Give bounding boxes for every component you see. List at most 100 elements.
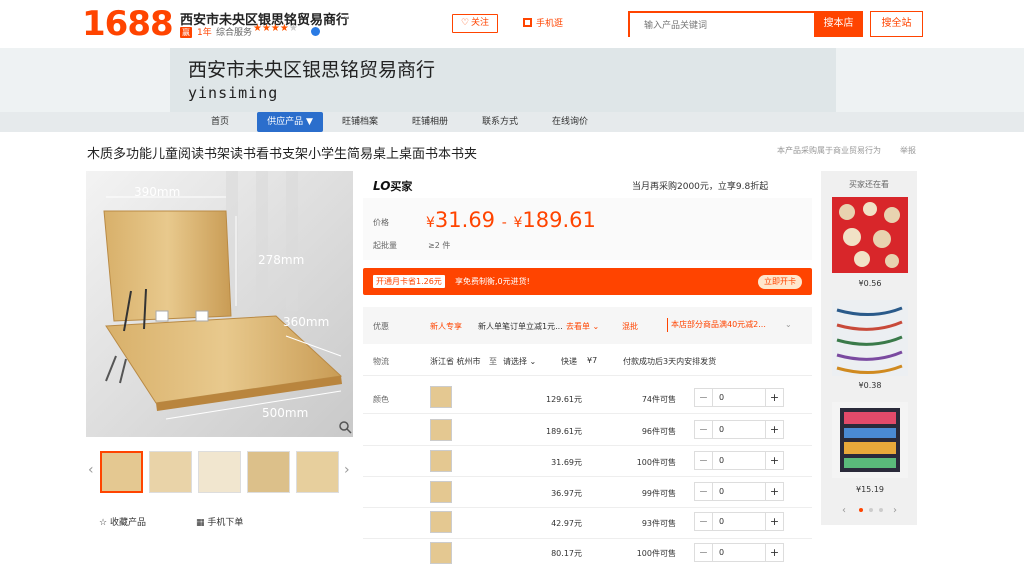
banner-subtitle: yinsiming [188,84,279,102]
plus-icon[interactable]: + [765,544,783,561]
chevron-right-icon[interactable]: › [893,505,897,516]
nav-archive[interactable]: 旺铺档案 [334,112,386,132]
lo-brand: LO [373,179,391,193]
recommend-title: 买家还在看 [849,180,889,189]
search-all-button[interactable]: 搜全站 [870,11,923,37]
lo-buyer-logo: LO买家 [373,178,412,194]
thumbnail-3[interactable] [198,451,241,493]
sku-thumbnail[interactable] [430,542,452,564]
minus-icon[interactable]: − [695,513,713,530]
thumbnail-1[interactable] [100,451,143,493]
minus-icon[interactable]: − [695,452,713,469]
minus-icon[interactable]: − [695,421,713,438]
mixed-batch-tag: 混批 [622,322,638,331]
plus-icon[interactable]: + [765,452,783,469]
quantity-stepper[interactable]: −0 + [694,451,784,470]
site-logo[interactable]: 1688 [82,4,174,44]
plus-icon[interactable]: + [765,421,783,438]
carousel-dot[interactable] [879,508,883,512]
quantity-stepper[interactable]: −0 + [694,512,784,531]
divider [363,476,812,477]
mobile-order-link[interactable]: ▦ 手机下单 [196,515,243,528]
sku-thumbnail[interactable] [430,386,452,408]
ship-from: 浙江省 杭州市 [430,357,481,366]
divider [363,445,812,446]
open-card-button[interactable]: 立即开卡 [758,275,802,289]
product-main-image[interactable]: 390mm 278mm 360mm 500mm [86,171,353,437]
minus-icon[interactable]: − [695,483,713,500]
sku-stock: 99件可售 [641,489,676,498]
sku-thumbnail[interactable] [430,481,452,503]
plus-icon[interactable]: + [765,513,783,530]
sku-thumbnail[interactable] [430,450,452,472]
mobile-browse-button[interactable]: 手机逛 [523,16,563,29]
plus-icon[interactable]: + [765,483,783,500]
store-discount-text[interactable]: 本店部分商品满40元减2... [667,318,766,332]
minus-icon[interactable]: − [695,389,713,406]
vip-card-tag[interactable]: 开通月卡省1.26元 [373,275,445,288]
price-separator: - [501,215,507,231]
shipping-label: 物流 [373,357,389,366]
view-coupon-link[interactable]: 去看单 ⌄ [566,321,599,332]
color-label: 颜色 [373,395,389,404]
thumbnail-4[interactable] [247,451,290,493]
chevron-right-icon[interactable]: › [344,462,350,478]
minus-icon[interactable]: − [695,544,713,561]
dim-height: 278mm [258,253,305,267]
thumbnail-2[interactable] [149,451,192,493]
qr-code-icon: ▦ [196,518,205,528]
chevron-left-icon[interactable]: ‹ [88,462,94,478]
quantity-value[interactable]: 0 [719,393,724,402]
zoom-icon[interactable] [339,421,352,434]
recommend-item-image[interactable] [832,197,908,273]
verified-icon [311,27,320,36]
discount-label: 优惠 [373,322,389,331]
price-label: 价格 [373,218,389,227]
quantity-stepper[interactable]: −0 + [694,543,784,562]
nav-products[interactable]: 供应产品 ▼ [257,112,323,132]
quantity-value[interactable]: 0 [719,425,724,434]
recommend-item-image[interactable] [832,402,908,478]
nav-home[interactable]: 首页 [196,112,244,132]
favorite-label: 收藏产品 [109,518,146,528]
search-input[interactable] [630,15,814,37]
sku-thumbnail[interactable] [430,419,452,441]
carousel-dot[interactable] [869,508,873,512]
quantity-value[interactable]: 0 [719,548,724,557]
quantity-value[interactable]: 0 [719,456,724,465]
nav-album[interactable]: 旺铺相册 [404,112,456,132]
quantity-value[interactable]: 0 [719,517,724,526]
chevron-down-icon[interactable]: ⌄ [785,320,792,329]
divider [363,538,812,539]
quantity-stepper[interactable]: −0 + [694,388,784,407]
years-text: 1年 [197,28,212,38]
sku-stock: 96件可售 [641,427,676,436]
chevron-down-icon[interactable]: ⌄ [342,9,351,22]
search-store-button[interactable]: 搜本店 [814,11,863,37]
report-link[interactable]: 举报 [900,145,916,156]
quantity-stepper[interactable]: −0 + [694,482,784,501]
thumbnail-5[interactable] [296,451,339,493]
sku-stock: 74件可售 [641,395,676,404]
quantity-stepper[interactable]: −0 + [694,420,784,439]
price-high: 189.61 [522,208,596,232]
sku-price: 189.61元 [546,427,582,436]
moq-label: 起批量 [373,241,397,250]
nav-inquiry[interactable]: 在线询价 [544,112,596,132]
sku-thumbnail[interactable] [430,511,452,533]
heart-icon: ♡ [460,18,470,28]
carousel-dot[interactable] [859,508,863,512]
ship-to-select[interactable]: 请选择 ⌄ [503,356,536,367]
quantity-value[interactable]: 0 [719,487,724,496]
favorite-product-link[interactable]: ☆ 收藏产品 [99,515,146,528]
nav-contact[interactable]: 联系方式 [474,112,526,132]
repurchase-promo: 当月再采购2000元，立享9.8折起 [632,182,769,192]
follow-button[interactable]: ♡ 关注 [452,14,498,33]
chevron-left-icon[interactable]: ‹ [842,505,846,516]
star-icon: ☆ [99,518,108,528]
rating-stars: ★★★★★ [253,23,298,34]
ship-note: 付款成功后3天内安排发货 [623,357,717,366]
plus-icon[interactable]: + [765,389,783,406]
recommend-item-image[interactable] [832,300,908,376]
sku-stock: 93件可售 [641,519,676,528]
